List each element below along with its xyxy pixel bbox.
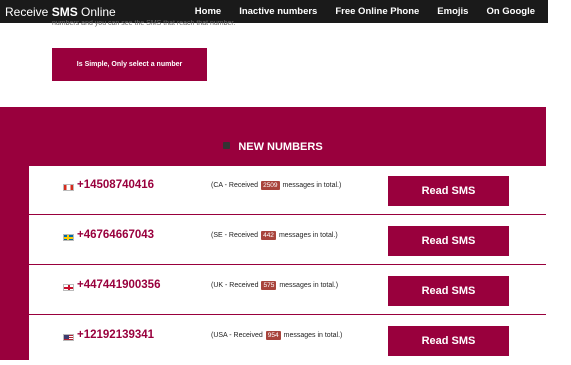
nav-inactive-numbers[interactable]: Inactive numbers	[230, 6, 326, 17]
received-prefix: (SE - Received	[211, 232, 259, 239]
sweden-flag-icon	[63, 234, 74, 241]
message-count-badge: 575	[261, 281, 277, 290]
message-count-badge: 2509	[261, 181, 280, 190]
read-sms-button[interactable]: Read SMS	[388, 226, 509, 256]
panel-heading-text: NEW NUMBERS	[238, 141, 323, 153]
received-info: (USA - Received 954 messages in total.)	[211, 331, 342, 340]
brand-bold: SMS	[51, 4, 78, 19]
canada-flag-icon	[63, 184, 74, 191]
received-info: (CA - Received 2509 messages in total.)	[211, 181, 341, 190]
phone-icon	[223, 141, 231, 149]
uk-flag-icon	[63, 284, 74, 291]
site-logo[interactable]: Receive SMS Online	[5, 5, 116, 19]
number-row: +14508740416 (CA - Received 2509 message…	[29, 166, 546, 215]
main-nav: Home Inactive numbers Free Online Phone …	[195, 6, 544, 17]
phone-number-link[interactable]: +46764667043	[77, 229, 154, 241]
received-info: (UK - Received 575 messages in total.)	[211, 281, 338, 290]
nav-free-online-phone[interactable]: Free Online Phone	[326, 6, 428, 17]
received-prefix: (CA - Received	[211, 182, 259, 189]
nav-emojis[interactable]: Emojis	[428, 6, 477, 17]
received-suffix: messages in total.)	[283, 332, 343, 339]
brand-plain: Receive	[5, 4, 52, 19]
numbers-list: +14508740416 (CA - Received 2509 message…	[29, 166, 546, 360]
received-suffix: messages in total.)	[279, 282, 339, 289]
number-row: +447441900356 (UK - Received 575 message…	[29, 266, 546, 315]
phone-number-link[interactable]: +447441900356	[77, 279, 160, 291]
number-row: +46764667043 (SE - Received 442 messages…	[29, 216, 546, 265]
select-number-button[interactable]: Is Simple, Only select a number	[52, 48, 207, 81]
read-sms-button[interactable]: Read SMS	[388, 176, 509, 206]
number-row: +12192139341 (USA - Received 954 message…	[29, 316, 546, 365]
nav-home[interactable]: Home	[195, 6, 230, 17]
panel-heading: NEW NUMBERS	[0, 137, 546, 157]
usa-flag-icon	[63, 334, 74, 341]
read-sms-button[interactable]: Read SMS	[388, 326, 509, 356]
received-suffix: messages in total.)	[278, 232, 338, 239]
received-prefix: (UK - Received	[211, 282, 259, 289]
intro-text: numbers and you can see the SMS that rea…	[52, 20, 236, 27]
received-prefix: (USA - Received	[211, 332, 263, 339]
message-count-badge: 442	[261, 231, 276, 240]
message-count-badge: 954	[265, 331, 281, 340]
read-sms-button[interactable]: Read SMS	[388, 276, 509, 306]
phone-number-link[interactable]: +12192139341	[77, 329, 154, 341]
nav-on-google[interactable]: On Google	[477, 6, 544, 17]
phone-number-link[interactable]: +14508740416	[77, 179, 154, 191]
new-numbers-panel: NEW NUMBERS +14508740416 (CA - Received …	[0, 107, 546, 360]
received-info: (SE - Received 442 messages in total.)	[211, 231, 338, 240]
received-suffix: messages in total.)	[282, 182, 342, 189]
brand-rest: Online	[77, 4, 116, 19]
